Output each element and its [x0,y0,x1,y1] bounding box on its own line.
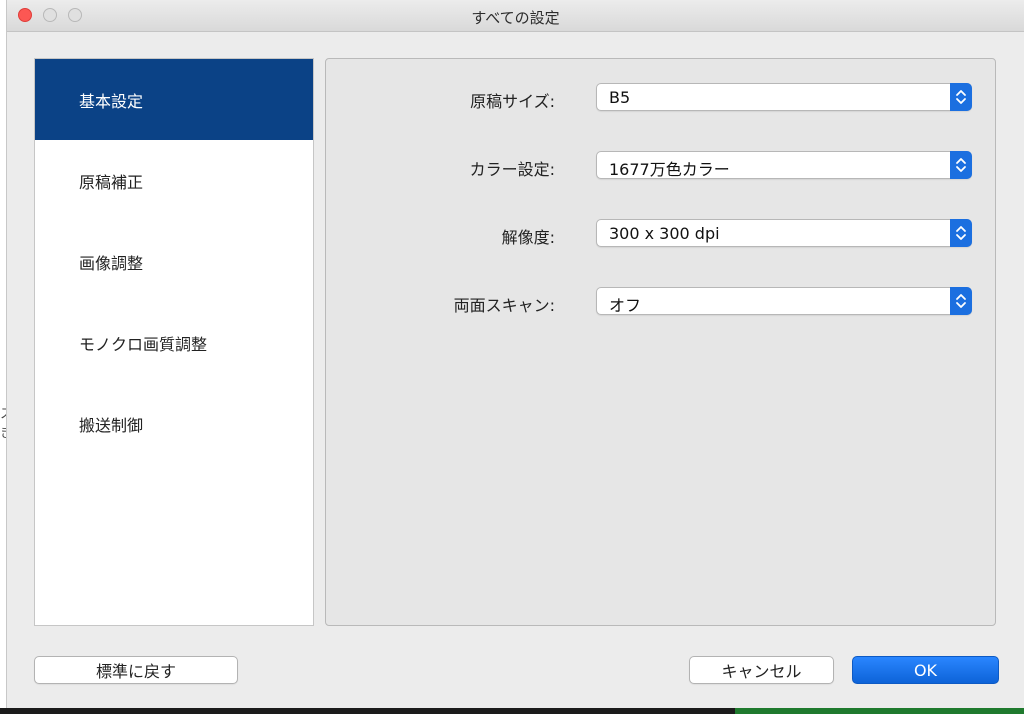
resolution-label: 解像度: [501,228,555,247]
duplex-scan-select[interactable]: オフ [596,287,972,315]
setting-row-color: カラー設定: 1677万色カラー [326,151,995,181]
duplex-scan-label: 両面スキャン: [453,296,555,315]
color-setting-select[interactable]: 1677万色カラー [596,151,972,179]
sidebar-item-document-correction[interactable]: 原稿補正 [35,140,313,221]
color-setting-value: 1677万色カラー [609,160,730,179]
restore-defaults-button[interactable]: 標準に戻す [34,656,238,684]
resolution-select[interactable]: 300 x 300 dpi [596,219,972,247]
sidebar-item-label: モノクロ画質調整 [79,334,208,354]
sidebar-item-basic-settings[interactable]: 基本設定 [35,59,313,140]
setting-row-resolution: 解像度: 300 x 300 dpi [326,219,995,249]
sidebar-item-monochrome-quality[interactable]: モノクロ画質調整 [35,302,313,383]
settings-panel: 原稿サイズ: B5 カラー設定: 1677万色カラー 解像度: 300 x 30… [325,58,996,626]
resolution-value: 300 x 300 dpi [609,224,720,243]
chevron-up-down-icon [950,219,972,247]
sidebar-item-label: 基本設定 [79,91,144,111]
ok-button[interactable]: OK [852,656,999,684]
sidebar-item-feed-control[interactable]: 搬送制御 [35,383,313,464]
background-desktop-strip-green [735,708,1024,714]
sidebar-item-label: 搬送制御 [79,415,144,435]
settings-window: すべての設定 基本設定 原稿補正 画像調整 モノクロ画質調整 搬送制御 原稿サイ… [6,0,1024,708]
sidebar-item-image-adjustment[interactable]: 画像調整 [35,221,313,302]
color-setting-label: カラー設定: [469,160,555,179]
title-bar: すべての設定 [7,0,1024,32]
window-title: すべての設定 [471,9,560,27]
setting-row-document-size: 原稿サイズ: B5 [326,83,995,113]
chevron-up-down-icon [950,287,972,315]
sidebar-item-label: 原稿補正 [79,172,144,192]
setting-row-duplex: 両面スキャン: オフ [326,287,995,317]
chevron-up-down-icon [950,151,972,179]
document-size-value: B5 [609,88,631,107]
chevron-up-down-icon [950,83,972,111]
sidebar-item-label: 画像調整 [79,253,144,273]
sidebar: 基本設定 原稿補正 画像調整 モノクロ画質調整 搬送制御 [34,58,314,626]
cancel-button[interactable]: キャンセル [689,656,834,684]
document-size-label: 原稿サイズ: [470,92,555,111]
duplex-scan-value: オフ [609,296,642,315]
document-size-select[interactable]: B5 [596,83,972,111]
